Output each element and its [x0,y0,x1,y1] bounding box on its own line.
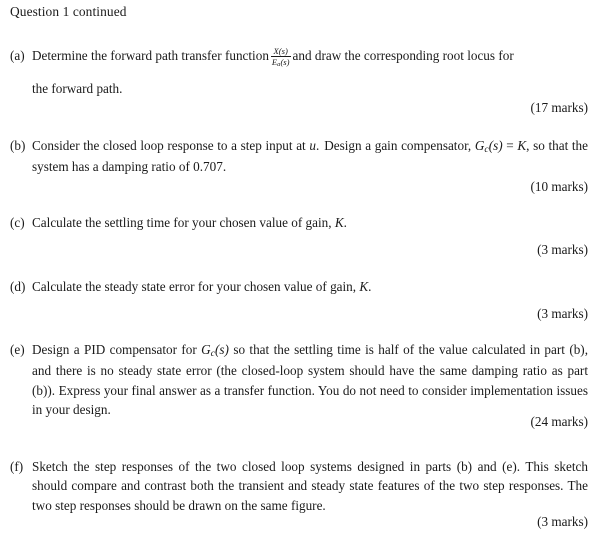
part-body-d: Calculate the steady state error for you… [32,277,588,296]
page-heading: Question 1 continued [10,4,127,19]
part-body-b: Consider the closed loop response to a s… [32,136,588,177]
marks-e: (24 marks) [530,414,589,429]
variable-k-b: K [517,138,527,153]
part-a-text-after: and draw the corresponding root locus fo… [292,48,514,63]
part-body-f: Sketch the step responses of the two clo… [32,459,588,513]
part-body-a: Determine the forward path transfer func… [32,46,588,98]
part-b-period: . [315,138,320,153]
variable-u: u [309,138,316,153]
part-label-a: (a) [10,48,25,63]
gc-base-b: G [474,138,485,153]
transfer-function-fraction: X(s) Ea(s) [270,46,291,69]
marks-b: (10 marks) [530,179,589,194]
marks-d: (3 marks) [537,306,588,321]
question-part-d: (d) Calculate the steady state error for… [10,277,588,296]
part-d-tail: . [368,279,372,294]
question-part-f: (f) Sketch the step responses of the two… [10,457,588,515]
variable-k-c: K [334,215,344,230]
question-part-b: (b) Consider the closed loop response to… [10,136,588,177]
gc-base-e: G [201,342,211,357]
compensator-symbol-e: Gc(s) [201,342,229,359]
part-body-c: Calculate the settling time for your cho… [32,213,588,232]
part-label-e: (e) [10,342,25,357]
marks-a: (17 marks) [530,100,589,115]
part-label-f: (f) [10,459,24,474]
part-b-sentence-1: Consider the closed loop response to a s… [32,138,306,153]
part-b-equals: = [506,138,514,153]
question-part-e: (e) Design a PID compensator for Gc(s) s… [10,340,588,420]
part-body-e: Design a PID compensator for Gc(s) so th… [32,340,588,420]
part-d-text: Calculate the steady state error for you… [32,279,357,294]
question-part-c: (c) Calculate the settling time for your… [10,213,588,232]
part-c-text: Calculate the settling time for your cho… [32,215,332,230]
marks-c: (3 marks) [537,242,588,257]
gc-tail-e: (s) [215,342,229,357]
part-e-text-before: Design a PID compensator for [32,342,197,357]
denominator-tail: (s) [280,56,290,67]
fraction-denominator: Ea(s) [271,57,291,68]
fraction-numerator: X(s) [270,46,291,58]
part-label-b: (b) [10,138,26,153]
part-a-text-before: Determine the forward path transfer func… [32,48,269,63]
compensator-symbol-b: Gc(s) [474,138,503,155]
question-part-a: (a) Determine the forward path transfer … [10,46,588,98]
part-a-line2: the forward path. [32,80,123,96]
gc-tail-b: (s) [488,138,503,153]
variable-k-d: K [359,279,369,294]
part-label-d: (d) [10,279,26,294]
part-label-c: (c) [10,215,25,230]
part-c-tail: . [343,215,347,230]
part-b-sentence-2: Design a gain compensator, [324,138,472,153]
marks-f: (3 marks) [537,514,588,529]
exam-question-page: Question 1 continued (a) Determine the f… [0,0,616,544]
